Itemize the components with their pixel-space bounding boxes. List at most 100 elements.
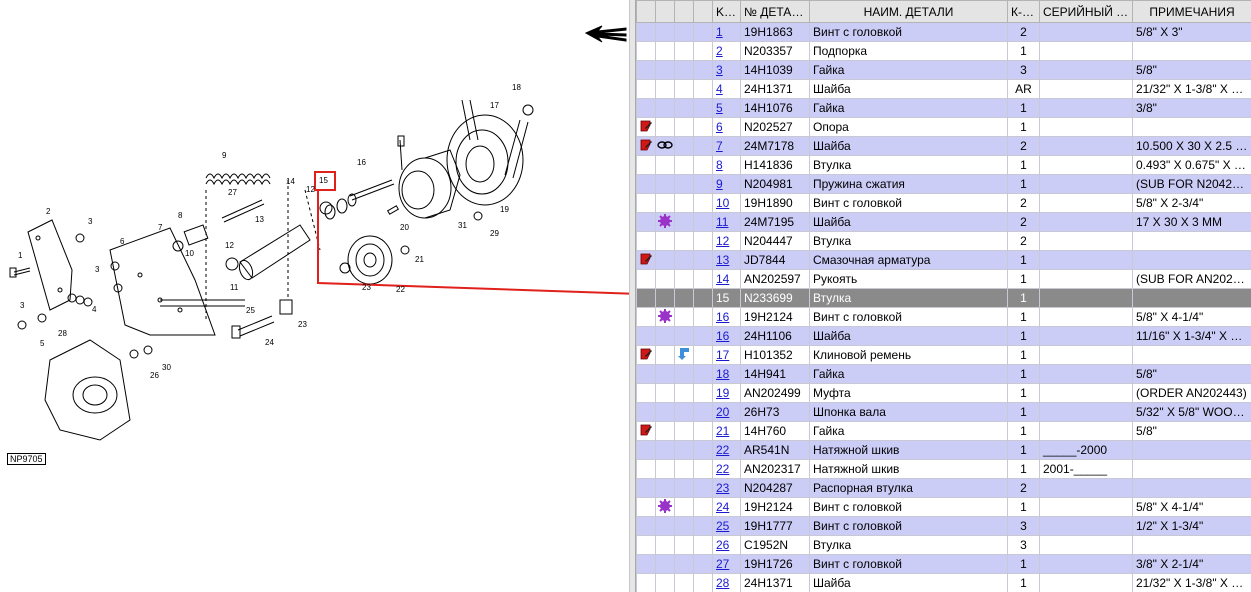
part-name-cell[interactable]: Шайба: [809, 212, 1008, 232]
key-cell[interactable]: 19: [712, 383, 741, 403]
part-number-cell[interactable]: 24M7195: [740, 212, 810, 232]
key-cell[interactable]: 23: [712, 478, 741, 498]
part-number-cell[interactable]: JD7844: [740, 250, 810, 270]
notes-cell[interactable]: 5/8": [1132, 60, 1251, 80]
serial-cell[interactable]: [1039, 326, 1133, 346]
table-row[interactable]: 16 19H2124 Винт с головкой 1 5/8" X 4-1/4": [636, 307, 1251, 327]
icon-cell[interactable]: [636, 136, 656, 156]
column-header-serial[interactable]: СЕРИЙНЫЙ №: [1039, 0, 1133, 23]
notes-cell[interactable]: 5/8" X 3": [1132, 22, 1251, 42]
table-row[interactable]: 22 AN202317 Натяжной шкив 1 2001-_____: [636, 459, 1251, 479]
table-row[interactable]: 28 24H1371 Шайба 1 21/32" X 1-3/8" X 0.1": [636, 573, 1251, 592]
table-row[interactable]: 7 24M7178 Шайба 2 10.500 X 30 X 2.5 MM: [636, 136, 1251, 156]
key-link[interactable]: 21: [716, 424, 729, 438]
quantity-cell[interactable]: 2: [1007, 193, 1040, 213]
part-number-cell[interactable]: 19H1890: [740, 193, 810, 213]
key-cell[interactable]: 26: [712, 535, 741, 555]
notes-cell[interactable]: 5/8": [1132, 421, 1251, 441]
notes-cell[interactable]: [1132, 345, 1251, 365]
serial-cell[interactable]: [1039, 60, 1133, 80]
key-cell[interactable]: 18: [712, 364, 741, 384]
gear-icon[interactable]: [658, 498, 672, 516]
serial-cell[interactable]: [1039, 250, 1133, 270]
key-cell[interactable]: 21: [712, 421, 741, 441]
notes-cell[interactable]: 1/2" X 1-3/4": [1132, 516, 1251, 536]
table-row[interactable]: 19 AN202499 Муфта 1 (ORDER AN202443): [636, 383, 1251, 403]
icon-cell[interactable]: [674, 345, 694, 365]
part-name-cell[interactable]: Гайка: [809, 60, 1008, 80]
key-link[interactable]: 19: [716, 386, 729, 400]
note-icon[interactable]: [639, 119, 653, 136]
part-number-cell[interactable]: 26H73: [740, 402, 810, 422]
part-number-cell[interactable]: N204447: [740, 231, 810, 251]
serial-cell[interactable]: [1039, 307, 1133, 327]
serial-cell[interactable]: [1039, 269, 1133, 289]
key-cell[interactable]: 24: [712, 497, 741, 517]
key-cell[interactable]: 4: [712, 79, 741, 99]
part-number-cell[interactable]: 14H1076: [740, 98, 810, 118]
part-number-cell[interactable]: AN202597: [740, 269, 810, 289]
table-row[interactable]: 9 N204981 Пружина сжатия 1 (SUB FOR N204288): [636, 174, 1251, 194]
table-row[interactable]: 11 24M7195 Шайба 2 17 X 30 X 3 MM: [636, 212, 1251, 232]
key-link[interactable]: 11: [716, 215, 728, 229]
part-number-cell[interactable]: C1952N: [740, 535, 810, 555]
quantity-cell[interactable]: 3: [1007, 535, 1040, 555]
table-row[interactable]: 27 19H1726 Винт с головкой 1 3/8" X 2-1/4": [636, 554, 1251, 574]
serial-cell[interactable]: [1039, 174, 1133, 194]
quantity-cell[interactable]: 1: [1007, 364, 1040, 384]
notes-cell[interactable]: (ORDER AN202443): [1132, 383, 1251, 403]
part-number-cell[interactable]: N204287: [740, 478, 810, 498]
serial-cell[interactable]: [1039, 383, 1133, 403]
icon-cell[interactable]: [636, 421, 656, 441]
part-name-cell[interactable]: Рукоять: [809, 269, 1008, 289]
part-name-cell[interactable]: Смазочная арматура: [809, 250, 1008, 270]
column-header-key[interactable]: KEY: [712, 0, 741, 23]
key-link[interactable]: 3: [716, 63, 723, 77]
key-cell[interactable]: 1: [712, 22, 741, 42]
key-cell[interactable]: 17: [712, 345, 741, 365]
arrow-icon[interactable]: [677, 347, 691, 364]
quantity-cell[interactable]: 1: [1007, 117, 1040, 137]
serial-cell[interactable]: [1039, 478, 1133, 498]
notes-cell[interactable]: [1132, 440, 1251, 460]
notes-cell[interactable]: 5/8": [1132, 364, 1251, 384]
key-link[interactable]: 13: [716, 253, 729, 267]
part-number-cell[interactable]: AN202499: [740, 383, 810, 403]
quantity-cell[interactable]: 1: [1007, 573, 1040, 592]
key-cell[interactable]: 13: [712, 250, 741, 270]
quantity-cell[interactable]: 2: [1007, 231, 1040, 251]
part-name-cell[interactable]: Винт с головкой: [809, 193, 1008, 213]
serial-cell[interactable]: [1039, 22, 1133, 42]
part-name-cell[interactable]: Опора: [809, 117, 1008, 137]
table-row[interactable]: 12 N204447 Втулка 2: [636, 231, 1251, 251]
part-number-cell[interactable]: 14H1039: [740, 60, 810, 80]
serial-cell[interactable]: [1039, 516, 1133, 536]
icon-cell[interactable]: [655, 497, 675, 517]
part-name-cell[interactable]: Клиновой ремень: [809, 345, 1008, 365]
key-cell[interactable]: 16: [712, 307, 741, 327]
part-name-cell[interactable]: Втулка: [809, 155, 1008, 175]
pane-splitter[interactable]: [629, 0, 636, 592]
part-number-cell[interactable]: 24H1371: [740, 573, 810, 592]
notes-cell[interactable]: 21/32" X 1-3/8" X 0.1": [1132, 573, 1251, 592]
serial-cell[interactable]: [1039, 345, 1133, 365]
part-name-cell[interactable]: Шайба: [809, 573, 1008, 592]
quantity-cell[interactable]: 1: [1007, 269, 1040, 289]
notes-cell[interactable]: 3/8": [1132, 98, 1251, 118]
part-name-cell[interactable]: Натяжной шкив: [809, 459, 1008, 479]
table-row[interactable]: 21 14H760 Гайка 1 5/8": [636, 421, 1251, 441]
notes-cell[interactable]: (SUB FOR N204288): [1132, 174, 1251, 194]
key-link[interactable]: 12: [716, 234, 729, 248]
notes-cell[interactable]: 10.500 X 30 X 2.5 MM: [1132, 136, 1251, 156]
notes-cell[interactable]: [1132, 535, 1251, 555]
serial-cell[interactable]: [1039, 155, 1133, 175]
note-icon[interactable]: [639, 138, 653, 155]
table-row-selected[interactable]: 15 N233699 Втулка 1: [636, 288, 1251, 308]
part-number-cell[interactable]: N203357: [740, 41, 810, 61]
serial-cell[interactable]: [1039, 79, 1133, 99]
serial-cell[interactable]: [1039, 212, 1133, 232]
quantity-cell[interactable]: 1: [1007, 41, 1040, 61]
quantity-cell[interactable]: 1: [1007, 155, 1040, 175]
quantity-cell[interactable]: 1: [1007, 98, 1040, 118]
key-cell[interactable]: 3: [712, 60, 741, 80]
